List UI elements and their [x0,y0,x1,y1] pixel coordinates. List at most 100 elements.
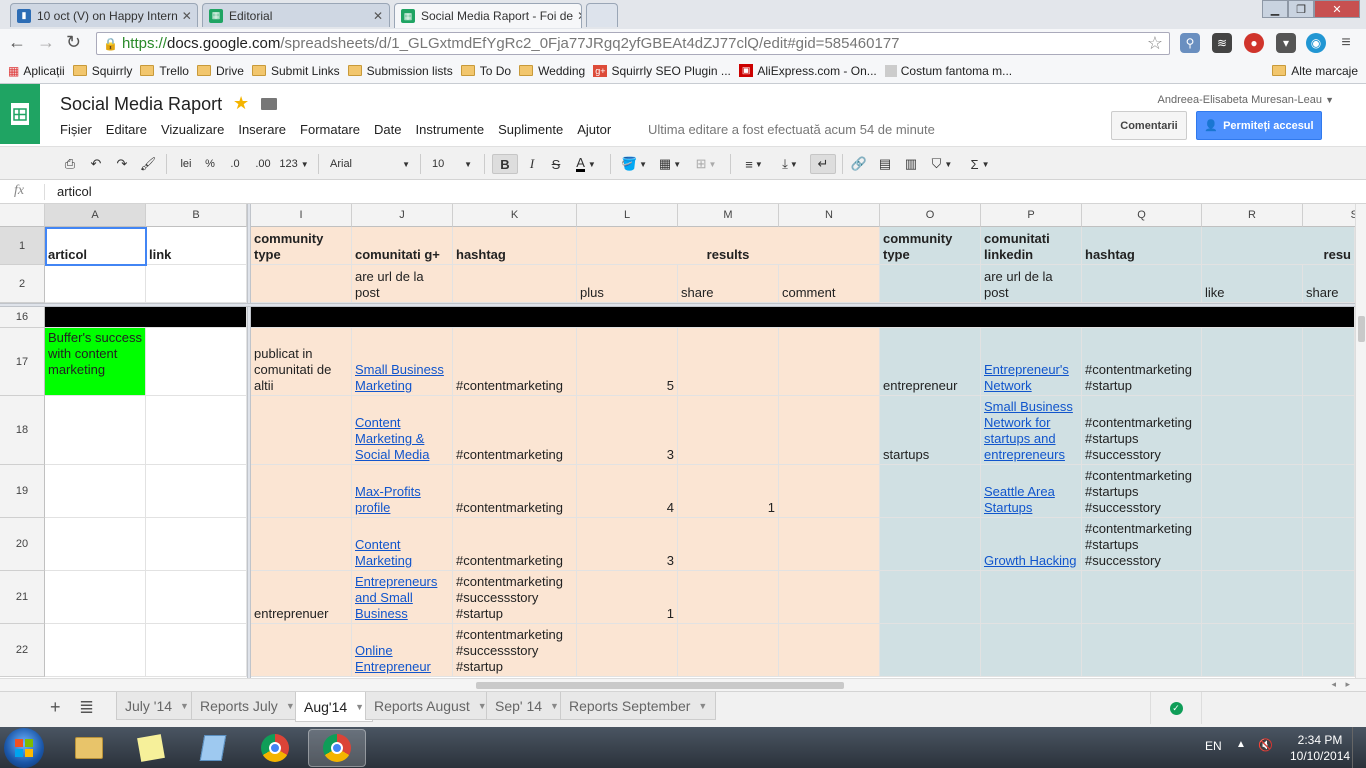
community-link[interactable]: Small Business Marketing [355,362,449,394]
horizontal-scrollbar[interactable]: ◂ ▸ [0,678,1366,691]
close-icon[interactable]: ✕ [369,9,383,23]
community-link[interactable]: Small Business Network for startups and … [984,399,1078,463]
row-header-21[interactable]: 21 [0,571,45,624]
cell-I18[interactable] [251,396,352,465]
tray-arrow-icon[interactable]: ▲ [1236,739,1246,750]
pocket-icon[interactable]: ▾ [1276,33,1296,53]
forward-icon[interactable]: → [37,32,55,53]
browser-tab-social-media[interactable]: ▦ Social Media Raport - Foi de ✕ [394,3,582,28]
extension-icon[interactable]: ⚲ [1180,33,1200,53]
percent-button[interactable]: % [200,154,220,174]
row-header-1[interactable]: 1 [0,227,45,265]
cell-A18[interactable] [45,396,146,465]
cell-M22[interactable] [678,624,779,677]
menu-addons[interactable]: Suplimente [498,122,563,137]
insert-comment-icon[interactable]: ▤ [874,154,896,174]
column-header-A[interactable]: A [45,204,146,227]
column-header-B[interactable]: B [146,204,247,227]
cell-Q21[interactable] [1082,571,1202,624]
cell-N19[interactable] [779,465,880,518]
cell-P19[interactable]: Seattle Area Startups [981,465,1082,518]
menu-format[interactable]: Formatare [300,122,360,137]
cell-I17[interactable]: publicat in comunitati de altii [251,328,352,396]
column-header-J[interactable]: J [352,204,453,227]
select-all-corner[interactable] [0,204,45,227]
cell-J1[interactable]: comunitati g+ [352,227,453,265]
bookmark-todo[interactable]: To Do [460,64,511,78]
bookmark-apps[interactable]: ▦ Aplicații [8,64,65,78]
cell-O21[interactable] [880,571,981,624]
column-header-N[interactable]: N [779,204,880,227]
menu-tools[interactable]: Instrumente [415,122,484,137]
cell-Q1[interactable]: hashtag [1082,227,1202,265]
row-header-2[interactable]: 2 [0,265,45,303]
font-size-dropdown[interactable]: 10 ▼ [428,154,476,174]
cell-P22[interactable] [981,624,1082,677]
redo-icon[interactable]: ↷ [112,154,132,174]
cell-L18[interactable]: 3 [577,396,678,465]
insert-link-icon[interactable]: 🔗 [848,154,870,174]
cell-M20[interactable] [678,518,779,571]
chevron-down-icon[interactable]: ▼ [286,701,295,711]
column-header-M[interactable]: M [678,204,779,227]
cell-K21[interactable]: #contentmarketing #successstory #startup [453,571,577,624]
cell-S18[interactable] [1303,396,1355,465]
column-header-K[interactable]: K [453,204,577,227]
sheet-tab-aug14[interactable]: Aug'14 ▼ [295,692,374,722]
text-color-button[interactable]: A ▼ [570,154,602,174]
cell-Q20[interactable]: #contentmarketing #startups #successtory [1082,518,1202,571]
bookmark-aliexpress[interactable]: ▣ AliExpress.com - On... [738,64,877,78]
cell-J2[interactable]: are url de la post [352,265,453,303]
cell-N21[interactable] [779,571,880,624]
cell-I22[interactable] [251,624,352,677]
cell-O18[interactable]: startups [880,396,981,465]
cell-R20[interactable] [1202,518,1303,571]
cell-L19[interactable]: 4 [577,465,678,518]
community-link[interactable]: Seattle Area Startups [984,484,1078,516]
strikethrough-button[interactable]: S [546,154,566,174]
cell-N20[interactable] [779,518,880,571]
explorer-icon[interactable] [60,729,118,767]
cell-R18[interactable] [1202,396,1303,465]
scroll-right-icon[interactable]: ▸ [1345,679,1350,690]
cell-M17[interactable] [678,328,779,396]
cell-L22[interactable] [577,624,678,677]
cell-I19[interactable] [251,465,352,518]
show-desktop-button[interactable] [1352,727,1366,768]
bookmark-other[interactable]: Alte marcaje [1272,64,1358,78]
buffer-icon[interactable]: ≋ [1212,33,1232,53]
borders-button[interactable]: ▦ ▼ [654,154,686,174]
italic-button[interactable]: I [522,154,542,174]
cell-Q18[interactable]: #contentmarketing #startups #successtory [1082,396,1202,465]
cell-N2[interactable]: comment [779,265,880,303]
row-header-17[interactable]: 17 [0,328,45,396]
undo-icon[interactable]: ↶ [86,154,106,174]
merge-cells-button[interactable]: ⊞ ▼ [690,154,722,174]
cell-P18[interactable]: Small Business Network for startups and … [981,396,1082,465]
chrome-active-taskbar-icon[interactable] [308,729,366,767]
cell-K19[interactable]: #contentmarketing [453,465,577,518]
sheets-logo-icon[interactable] [0,84,40,144]
print-icon[interactable]: ⎙ [60,154,80,174]
back-icon[interactable]: ← [8,32,26,53]
functions-button[interactable]: Σ ▼ [964,154,996,174]
chrome-taskbar-icon[interactable] [246,729,304,767]
column-header-P[interactable]: P [981,204,1082,227]
input-language[interactable]: EN [1205,739,1222,753]
column-header-Q[interactable]: Q [1082,204,1202,227]
cell-Q22[interactable] [1082,624,1202,677]
bookmark-submit-links[interactable]: Submit Links [251,64,340,78]
column-header-S[interactable]: S [1303,204,1355,227]
cell-J21[interactable]: Entrepreneurs and Small Business [352,571,453,624]
cell-S19[interactable] [1303,465,1355,518]
column-header-I[interactable]: I [251,204,352,227]
notepad-icon[interactable] [184,729,242,767]
scroll-thumb[interactable] [1358,316,1365,342]
decrease-decimal-button[interactable]: .0 [224,154,246,174]
cell-B21[interactable] [146,571,247,624]
cell-J19[interactable]: Max-Profits profile [352,465,453,518]
cell-O2[interactable] [880,265,981,303]
cell-S22[interactable] [1303,624,1355,677]
cell-row16-left[interactable] [45,307,247,328]
window-close-icon[interactable]: ✕ [1314,0,1360,18]
